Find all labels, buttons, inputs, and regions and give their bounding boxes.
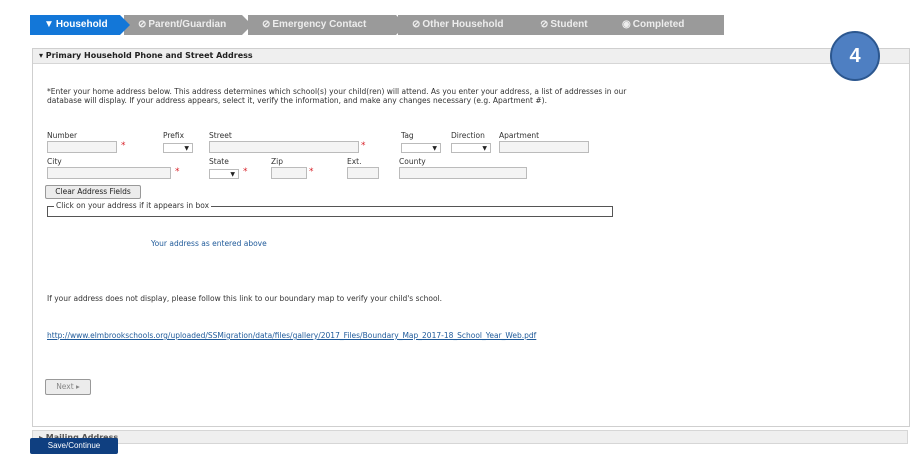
prefix-select[interactable]: ▼ [163,143,193,153]
state-select[interactable]: ▼ [209,169,239,179]
save-continue-button[interactable]: Save/Continue [30,438,118,454]
required-marker: * [309,167,314,177]
prohibited-icon: ⊘ [138,19,147,30]
tag-label: Tag [401,131,414,140]
street-label: Street [209,131,232,140]
prohibited-icon: ⊘ [412,19,421,30]
zip-input[interactable] [271,167,307,179]
address-results-box[interactable]: Click on your address if it appears in b… [47,201,613,217]
required-marker: * [243,167,248,177]
chevron-down-icon: ▼ [44,19,54,30]
number-input[interactable] [47,141,117,153]
circle-icon: ◉ [622,19,631,30]
prohibited-icon: ⊘ [262,19,271,30]
prefix-label: Prefix [163,131,185,140]
zip-label: Zip [271,157,283,166]
city-label: City [47,157,62,166]
apartment-input[interactable] [499,141,589,153]
county-input[interactable] [399,167,527,179]
step-parent-guardian[interactable]: ⊘ Parent/Guardian [124,15,252,35]
address-entered-link[interactable]: Your address as entered above [151,239,267,248]
primary-address-panel: ▾ Primary Household Phone and Street Add… [32,48,910,427]
step-completed[interactable]: ◉ Completed [608,15,724,35]
step-emergency-contact[interactable]: ⊘ Emergency Contact [248,15,406,35]
clear-address-button[interactable]: Clear Address Fields [45,185,141,199]
step-number-badge: 4 [830,31,880,81]
intro-text: *Enter your home address below. This add… [47,87,627,105]
step-household[interactable]: ▼ Household [30,15,130,35]
direction-select[interactable]: ▼ [451,143,491,153]
required-marker: * [361,141,366,151]
direction-label: Direction [451,131,485,140]
registration-form: ▼ Household ⊘ Parent/Guardian ⊘ Emergency C… [30,15,910,455]
boundary-map-link[interactable]: http://www.elmbrookschools.org/uploaded/… [47,331,536,340]
next-button[interactable]: Next ▸ [45,379,91,395]
county-label: County [399,157,426,166]
ext-input[interactable] [347,167,379,179]
tag-select[interactable]: ▼ [401,143,441,153]
street-input[interactable] [209,141,359,153]
ext-label: Ext. [347,157,362,166]
boundary-note: If your address does not display, please… [47,294,443,303]
step-other-household[interactable]: ⊘ Other Household [398,15,542,35]
city-input[interactable] [47,167,171,179]
apartment-label: Apartment [499,131,540,140]
required-marker: * [121,141,126,151]
required-marker: * [175,167,180,177]
panel-title[interactable]: ▾ Primary Household Phone and Street Add… [33,49,909,64]
number-label: Number [47,131,78,140]
state-label: State [209,157,229,166]
mailing-address-section[interactable]: ▸ Mailing Address [32,430,908,444]
address-box-legend: Click on your address if it appears in b… [54,201,212,210]
